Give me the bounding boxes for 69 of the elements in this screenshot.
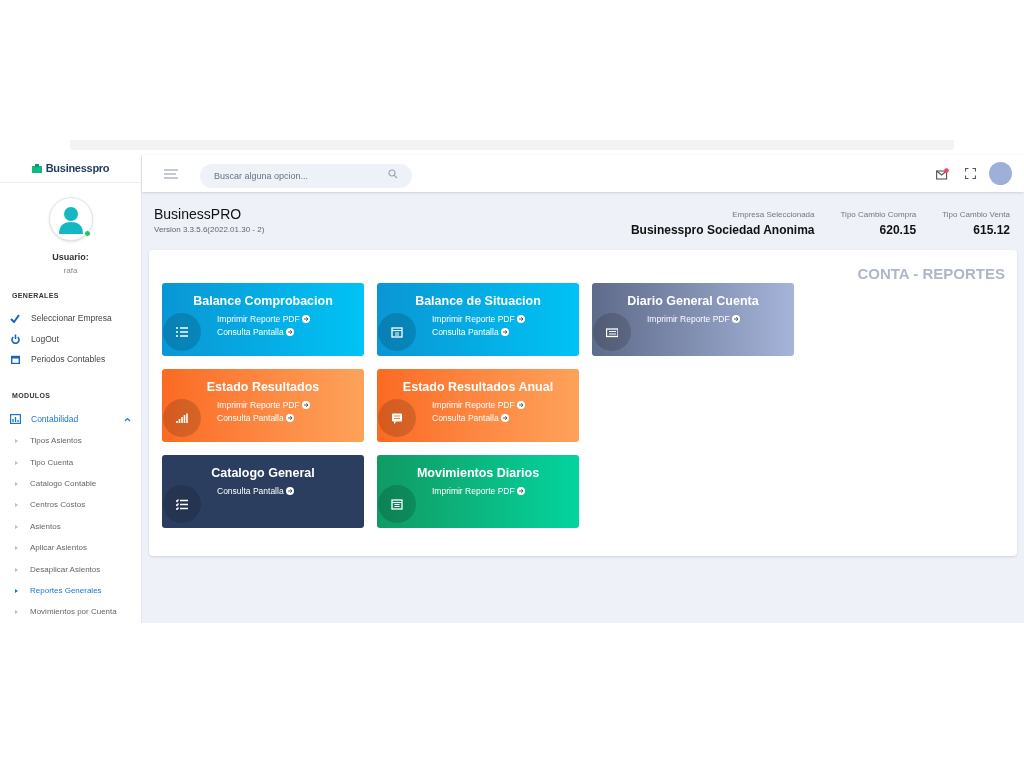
bullet-icon	[15, 524, 18, 529]
submenu-item[interactable]: Tipo Cuenta	[0, 451, 141, 474]
document-icon	[391, 326, 403, 338]
document-icon	[391, 498, 403, 510]
stat-label: Tipo Cambio Venta	[942, 209, 1010, 221]
submenu-item[interactable]: Desaplicar Asientos	[0, 558, 141, 581]
caret-icon	[124, 417, 131, 422]
app-title: BusinessPRO	[154, 206, 243, 224]
card-title: Balance de Situacion	[414, 293, 542, 310]
arrow-icon	[285, 328, 294, 337]
arrow-icon	[301, 315, 310, 324]
search-icon	[388, 168, 398, 179]
stat-value: 615.12	[973, 222, 1010, 239]
bullet-icon	[15, 439, 18, 444]
card-title: Estado Resultados Anual	[401, 379, 555, 396]
stat-value: Businesspro Sociedad Anonima	[630, 222, 815, 239]
panel-title: CONTA - REPORTES	[857, 264, 1005, 284]
arrow-icon	[516, 401, 525, 410]
arrow-icon	[301, 401, 310, 410]
bullet-icon	[15, 481, 18, 486]
signal-bars-icon	[176, 412, 188, 424]
fullscreen-icon[interactable]	[965, 168, 976, 179]
calendar-icon	[10, 355, 20, 365]
check-icon	[10, 314, 20, 324]
card-title: Balance Comprobacion	[192, 293, 334, 310]
submenu-item[interactable]: Aplicar Asientos	[0, 537, 141, 559]
brand-name: Businesspro	[45, 161, 110, 177]
list-icon	[176, 326, 188, 338]
sidebar-item[interactable]: LogOut	[0, 329, 141, 350]
report-link[interactable]: Consulta Pantalla	[217, 484, 364, 498]
arrow-icon	[500, 414, 509, 423]
checklist-icon	[176, 498, 188, 510]
user-name: rafa	[63, 265, 78, 277]
card-title: Diario General Cuenta	[626, 293, 760, 310]
sidebar-item[interactable]: Seleccionar Empresa	[0, 308, 141, 329]
bullet-icon	[15, 546, 18, 551]
arrow-icon	[516, 487, 525, 496]
card-title: Estado Resultados	[205, 379, 321, 396]
stat-label: Tipo Cambio Compra	[840, 209, 917, 221]
arrow-icon	[285, 414, 294, 423]
submenu-item[interactable]: Centros Costos	[0, 494, 141, 517]
arrow-icon	[285, 487, 294, 496]
bullet-icon	[15, 503, 18, 508]
bullet-icon	[15, 588, 18, 593]
arrow-icon	[500, 328, 509, 337]
sidebar-item[interactable]: Contabilidad	[0, 408, 141, 431]
submenu-item[interactable]: Reportes Generales	[0, 580, 141, 602]
user-label: Usuario:	[52, 251, 89, 265]
bullet-icon	[15, 567, 18, 572]
logo-icon	[31, 164, 42, 174]
version-text: Version 3.3.5.6(2022.01.30 - 2)	[154, 223, 265, 236]
submenu-item[interactable]: Asientos	[0, 516, 141, 538]
arrow-icon	[516, 315, 525, 324]
chart-icon	[10, 414, 21, 425]
stat-label: Empresa Seleccionada	[732, 209, 815, 221]
bullet-icon	[15, 610, 18, 615]
search-field[interactable]: Buscar alguna opcion...	[200, 163, 412, 188]
bullet-icon	[15, 460, 18, 465]
submenu-item[interactable]: Movimientos por Cuenta	[0, 601, 141, 623]
mail-icon[interactable]	[936, 167, 949, 180]
arrow-icon	[731, 315, 740, 324]
card-title: Movimientos Diarios	[415, 465, 541, 482]
card-title: Catalogo General	[210, 465, 316, 482]
power-icon	[10, 334, 20, 345]
sidebar-item[interactable]: Periodos Contables	[0, 349, 141, 370]
submenu-item[interactable]: Tipos Asientos	[0, 430, 141, 452]
comment-icon	[391, 412, 403, 424]
stat-value: 620.15	[879, 222, 917, 239]
submenu-item[interactable]: Catalogo Contable	[0, 473, 141, 495]
